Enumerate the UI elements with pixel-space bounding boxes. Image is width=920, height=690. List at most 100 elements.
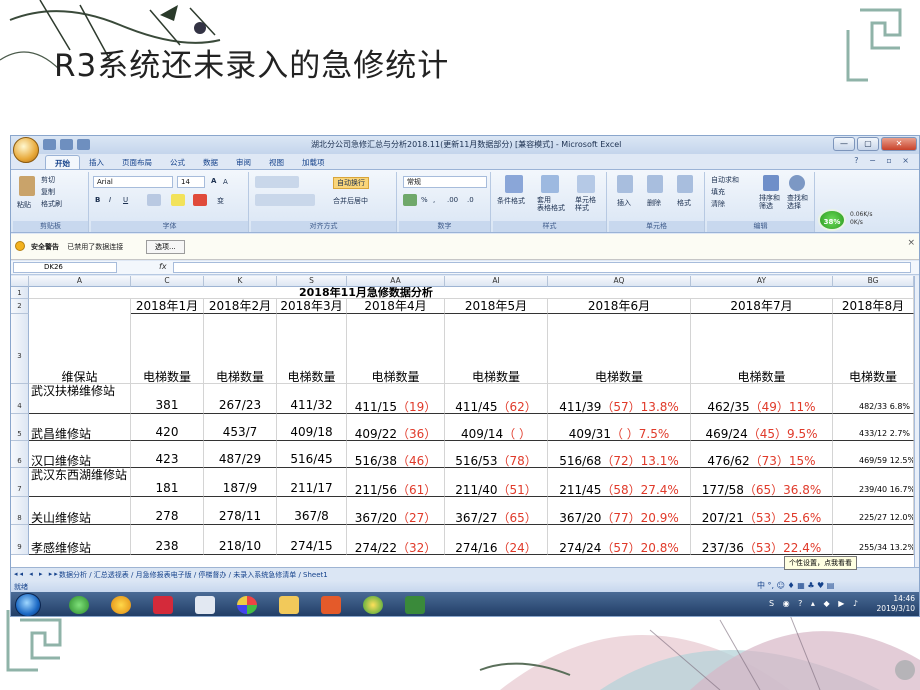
station-cell[interactable]: 孝感维修站: [29, 525, 131, 555]
count-cell[interactable]: 238: [131, 525, 204, 555]
count-cell[interactable]: 177/58（65）36.8%: [691, 468, 833, 497]
italic-button[interactable]: I: [109, 196, 111, 204]
column-header[interactable]: AQ: [548, 276, 691, 287]
align-top-icon[interactable]: [255, 176, 299, 188]
count-cell[interactable]: 274/16（24）: [445, 525, 548, 555]
count-cell[interactable]: 267/23: [204, 384, 277, 414]
font-color-icon[interactable]: [193, 194, 207, 206]
office-button[interactable]: [13, 137, 39, 163]
browser-icon[interactable]: [363, 596, 383, 614]
count-cell[interactable]: 476/62（73）15%: [691, 441, 833, 468]
count-cell[interactable]: 516/45: [277, 441, 347, 468]
tab-data[interactable]: 数据: [194, 155, 227, 169]
delete-cells-icon[interactable]: [647, 175, 663, 193]
sheet-title-cell[interactable]: 2018年11月急修数据分析: [29, 287, 914, 299]
borders-icon[interactable]: [147, 194, 161, 206]
count-cell[interactable]: 367/8: [277, 497, 347, 525]
count-cell[interactable]: 211/40（51）: [445, 468, 548, 497]
undo-icon[interactable]: [60, 139, 73, 150]
font-name-select[interactable]: Arial: [93, 176, 173, 188]
count-cell[interactable]: 411/32: [277, 384, 347, 414]
minimize-button[interactable]: —: [833, 137, 855, 151]
fx-icon[interactable]: fx: [159, 262, 167, 271]
start-button[interactable]: [15, 593, 41, 616]
count-cell[interactable]: 211/56（61）: [347, 468, 445, 497]
count-header-cell[interactable]: 电梯数量: [548, 314, 691, 384]
count-cell[interactable]: 411/45（62）: [445, 384, 548, 414]
column-header[interactable]: BG: [833, 276, 914, 287]
column-header[interactable]: AI: [445, 276, 548, 287]
station-cell[interactable]: 武汉东西湖维修站: [29, 468, 131, 497]
count-cell[interactable]: 211/45（58）27.4%: [548, 468, 691, 497]
count-cell[interactable]: 409/31（ ）7.5%: [548, 414, 691, 441]
sort-filter-button[interactable]: 排序和 筛选: [759, 194, 780, 210]
count-cell[interactable]: 409/22（36）: [347, 414, 445, 441]
count-cell[interactable]: 423: [131, 441, 204, 468]
count-header-cell[interactable]: 电梯数量: [691, 314, 833, 384]
format-table-icon[interactable]: [541, 175, 559, 193]
notes-icon[interactable]: [195, 596, 215, 614]
select-all-corner[interactable]: [11, 276, 29, 287]
app-icon-2[interactable]: [111, 596, 131, 614]
currency-icon[interactable]: [403, 194, 417, 206]
count-cell[interactable]: 187/9: [204, 468, 277, 497]
insert-cells-icon[interactable]: [617, 175, 633, 193]
count-cell[interactable]: 278: [131, 497, 204, 525]
percent-button[interactable]: %: [421, 196, 428, 204]
count-header-cell[interactable]: 电梯数量: [445, 314, 548, 384]
grow-font-button[interactable]: A: [211, 177, 216, 185]
format-painter-button[interactable]: 格式刷: [41, 199, 62, 209]
vertical-scrollbar[interactable]: [914, 276, 919, 567]
row-header[interactable]: 9: [11, 525, 29, 555]
count-cell[interactable]: 211/17: [277, 468, 347, 497]
cell-styles-button[interactable]: 单元格 样式: [575, 196, 596, 212]
count-cell[interactable]: 409/18: [277, 414, 347, 441]
month-header-cell[interactable]: 2018年7月: [691, 299, 833, 314]
name-box[interactable]: DK26: [13, 262, 117, 273]
row-header[interactable]: 8: [11, 497, 29, 525]
count-cell[interactable]: 367/27（65）: [445, 497, 548, 525]
paste-icon[interactable]: [19, 176, 35, 196]
station-header-cell[interactable]: 维保站: [29, 314, 131, 384]
sheet-tab-list[interactable]: 数据分析 / 汇总透视表 / 月急修报表电子版 / 停梯督办 / 未录入系统急修…: [59, 570, 328, 580]
count-header-cell[interactable]: 电梯数量: [204, 314, 277, 384]
tab-home[interactable]: 开始: [45, 155, 80, 169]
count-cell[interactable]: 462/35（49）11%: [691, 384, 833, 414]
fill-color-icon[interactable]: [171, 194, 185, 206]
count-header-cell[interactable]: 电梯数量: [277, 314, 347, 384]
month-header-cell[interactable]: 2018年5月: [445, 299, 548, 314]
autosum-button[interactable]: 自动求和: [711, 175, 739, 185]
sort-filter-icon[interactable]: [763, 175, 779, 191]
count-cell[interactable]: 433/12 2.7%: [833, 414, 914, 441]
month-header-cell[interactable]: 2018年2月: [204, 299, 277, 314]
month-header-cell[interactable]: 2018年1月: [131, 299, 204, 314]
insert-button[interactable]: 插入: [617, 198, 631, 208]
count-cell[interactable]: 237/36（53）22.4%: [691, 525, 833, 555]
count-cell[interactable]: 516/38（46）: [347, 441, 445, 468]
count-cell[interactable]: 469/24（45）9.5%: [691, 414, 833, 441]
month-header-cell[interactable]: 2018年3月: [277, 299, 347, 314]
count-cell[interactable]: 420: [131, 414, 204, 441]
count-cell[interactable]: 411/39（57）13.8%: [548, 384, 691, 414]
station-cell[interactable]: 武昌维修站: [29, 414, 131, 441]
count-cell[interactable]: 516/53（78）: [445, 441, 548, 468]
row-header[interactable]: 6: [11, 441, 29, 468]
station-cell[interactable]: 汉口维修站: [29, 441, 131, 468]
count-cell[interactable]: 469/59 12.5%: [833, 441, 914, 468]
media-icon[interactable]: [237, 596, 257, 614]
cell-styles-icon[interactable]: [577, 175, 595, 193]
copy-button[interactable]: 复制: [41, 187, 55, 197]
row-header[interactable]: 2: [11, 299, 29, 314]
increase-decimal-button[interactable]: .00: [447, 196, 458, 204]
comma-button[interactable]: ,: [433, 196, 435, 204]
station-cell[interactable]: 武汉扶梯维修站: [29, 384, 131, 414]
find-select-button[interactable]: 查找和 选择: [787, 194, 808, 210]
count-cell[interactable]: 207/21（53）25.6%: [691, 497, 833, 525]
underline-button[interactable]: U: [123, 196, 128, 204]
cut-button[interactable]: 剪切: [41, 175, 55, 185]
count-cell[interactable]: 274/24（57）20.8%: [548, 525, 691, 555]
sheet-nav-buttons[interactable]: ◂◂ ◂ ▸ ▸▸: [14, 570, 60, 578]
number-format-select[interactable]: 常规: [403, 176, 487, 188]
format-cells-icon[interactable]: [677, 175, 693, 193]
count-cell[interactable]: 409/14（ ）: [445, 414, 548, 441]
